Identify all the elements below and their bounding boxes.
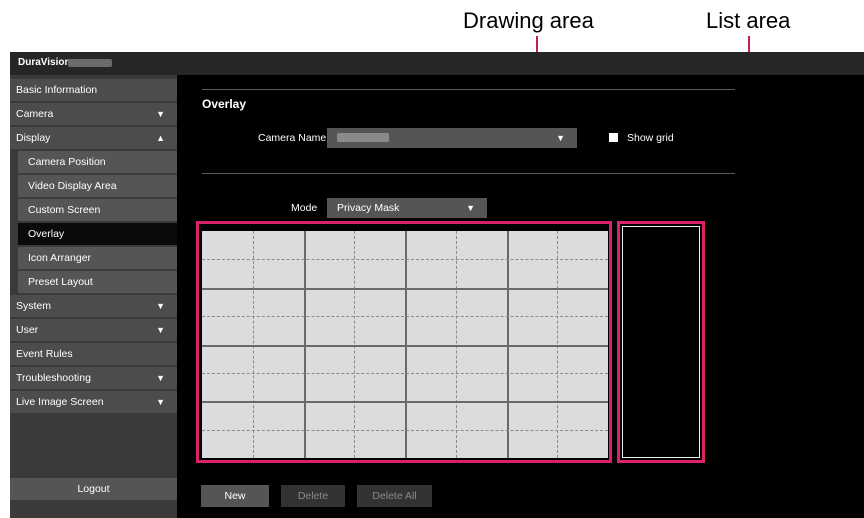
brand-model-redacted [68,59,112,67]
sidebar-item-label: Icon Arranger [28,252,92,264]
divider [202,89,735,90]
grid-line-horizontal [202,259,608,261]
drawing-area-callout: Drawing area [463,8,594,33]
chevron-down-icon: ▼ [156,301,165,311]
camera-name-select[interactable]: ▼ [327,128,577,148]
title-bar: DuraVision [10,52,864,75]
mode-label: Mode [291,202,318,214]
divider [202,173,735,174]
delete-all-button[interactable]: Delete All [357,485,432,507]
chevron-up-icon: ▲ [156,133,165,143]
chevron-down-icon: ▼ [156,373,165,383]
sidebar-item-label: Custom Screen [28,204,101,216]
grid-line-horizontal [202,316,608,318]
chevron-down-icon: ▼ [156,325,165,335]
grid-line-horizontal [202,401,608,404]
sidebar-item-label: Video Display Area [28,180,117,192]
list-area-callout: List area [706,8,791,33]
grid-line-horizontal [202,344,608,347]
sidebar-item-camera[interactable]: Camera ▼ [10,103,177,125]
sidebar-item-label: Camera Position [28,156,106,168]
sidebar-item-troubleshooting[interactable]: Troubleshooting ▼ [10,367,177,389]
sidebar-item-label: Event Rules [16,348,73,360]
sidebar-item-system[interactable]: System ▼ [10,295,177,317]
camera-name-label: Camera Name [258,132,327,144]
sidebar-item-display[interactable]: Display ▲ [10,127,177,149]
grid-line-horizontal [202,287,608,290]
show-grid-checkbox[interactable] [609,133,618,142]
chevron-down-icon: ▼ [556,133,565,143]
grid-line-horizontal [202,429,608,431]
chevron-down-icon: ▼ [156,397,165,407]
main-content: Overlay Camera Name ▼ Show grid Mode Pri… [177,75,864,518]
sidebar-item-label: Troubleshooting [16,372,91,384]
sidebar-item-live-image-screen[interactable]: Live Image Screen ▼ [10,391,177,413]
show-grid-label: Show grid [627,132,674,144]
camera-name-redacted [337,132,389,142]
sidebar-item-label: User [16,324,39,336]
sidebar-item-basic-information[interactable]: Basic Information [10,79,177,101]
drawing-area[interactable] [202,226,608,458]
sidebar-item-label: Camera [16,108,54,120]
sidebar-item-icon-arranger[interactable]: Icon Arranger [18,247,177,269]
app-window: DuraVision Basic Information Camera ▼ Dis… [10,52,864,518]
sidebar-item-preset-layout[interactable]: Preset Layout [18,271,177,293]
sidebar-item-event-rules[interactable]: Event Rules [10,343,177,365]
sidebar-item-custom-screen[interactable]: Custom Screen [18,199,177,221]
mode-value: Privacy Mask [337,202,400,214]
chevron-down-icon: ▼ [156,109,165,119]
sidebar-item-video-display-area[interactable]: Video Display Area [18,175,177,197]
list-area[interactable] [617,221,705,463]
page-title: Overlay [202,97,247,111]
grid-line-horizontal [202,372,608,374]
logout-button[interactable]: Logout [10,478,177,500]
mask-list[interactable] [622,226,700,458]
brand-logo: DuraVision [18,57,71,68]
sidebar-item-label: Display [16,132,51,144]
sidebar-item-overlay[interactable]: Overlay [18,223,177,245]
sidebar: Basic Information Camera ▼ Display ▲ Camer… [10,75,177,518]
sidebar-item-label: Live Image Screen [16,396,104,408]
delete-button[interactable]: Delete [281,485,345,507]
sidebar-item-label: Overlay [28,228,65,240]
sidebar-item-label: Basic Information [16,84,98,96]
sidebar-item-camera-position[interactable]: Camera Position [18,151,177,173]
new-button[interactable]: New [201,485,269,507]
mode-select[interactable]: Privacy Mask ▼ [327,198,487,218]
sidebar-item-label: Preset Layout [28,276,93,288]
sidebar-item-label: System [16,300,52,312]
sidebar-item-user[interactable]: User ▼ [10,319,177,341]
chevron-down-icon: ▼ [466,203,475,213]
